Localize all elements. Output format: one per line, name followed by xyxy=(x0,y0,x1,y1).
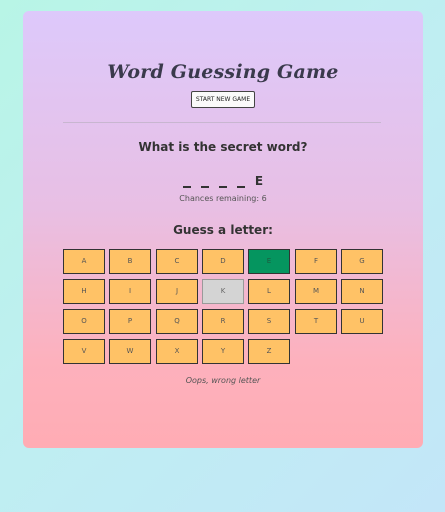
letter-key-o[interactable]: O xyxy=(63,309,105,334)
letter-key-n[interactable]: N xyxy=(341,279,383,304)
secret-word-question: What is the secret word? xyxy=(138,140,308,154)
letter-key-z[interactable]: Z xyxy=(248,339,290,364)
letter-key-d[interactable]: D xyxy=(202,249,244,274)
letter-key-c[interactable]: C xyxy=(156,249,198,274)
letter-key-m[interactable]: M xyxy=(295,279,337,304)
word-slot xyxy=(218,172,227,188)
start-new-game-button[interactable]: START NEW GAME xyxy=(191,91,255,108)
letter-key-h[interactable]: H xyxy=(63,279,105,304)
word-slot xyxy=(236,172,245,188)
letter-key-l[interactable]: L xyxy=(248,279,290,304)
guess-letter-heading: Guess a letter: xyxy=(173,223,273,237)
letter-key-k[interactable]: K xyxy=(202,279,244,304)
letter-key-b[interactable]: B xyxy=(109,249,151,274)
letter-key-r[interactable]: R xyxy=(202,309,244,334)
divider xyxy=(63,122,381,123)
letter-key-q[interactable]: Q xyxy=(156,309,198,334)
feedback-message: Oops, wrong letter xyxy=(185,376,261,385)
letter-key-g[interactable]: G xyxy=(341,249,383,274)
letter-key-e[interactable]: E xyxy=(248,249,290,274)
letter-key-j[interactable]: J xyxy=(156,279,198,304)
word-slot xyxy=(200,172,209,188)
game-card: Word Guessing Game START NEW GAME What i… xyxy=(23,11,423,448)
letter-key-i[interactable]: I xyxy=(109,279,151,304)
letter-key-p[interactable]: P xyxy=(109,309,151,334)
letter-key-f[interactable]: F xyxy=(295,249,337,274)
letter-key-w[interactable]: W xyxy=(109,339,151,364)
word-slot xyxy=(182,172,191,188)
letter-key-v[interactable]: V xyxy=(63,339,105,364)
word-slot: E xyxy=(254,174,264,188)
chances-remaining: Chances remaining: 6 xyxy=(179,194,267,203)
game-title: Word Guessing Game xyxy=(107,61,339,83)
letter-key-u[interactable]: U xyxy=(341,309,383,334)
letter-key-s[interactable]: S xyxy=(248,309,290,334)
letter-key-x[interactable]: X xyxy=(156,339,198,364)
letter-key-y[interactable]: Y xyxy=(202,339,244,364)
letter-key-t[interactable]: T xyxy=(295,309,337,334)
secret-word-display: E xyxy=(23,172,423,188)
letter-key-a[interactable]: A xyxy=(63,249,105,274)
